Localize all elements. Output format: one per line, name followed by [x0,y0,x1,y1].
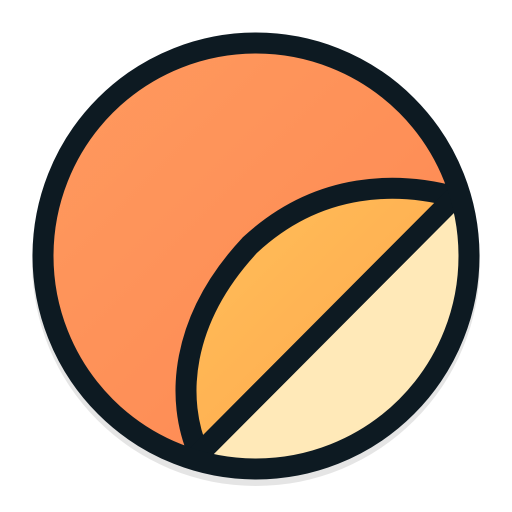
app-icon-canvas [0,0,512,512]
sticker-peel-icon [32,32,480,486]
